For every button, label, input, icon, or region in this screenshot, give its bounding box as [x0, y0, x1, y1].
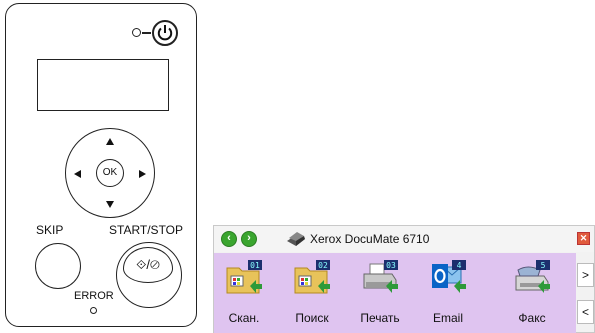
button-label: Факс — [518, 311, 546, 325]
error-led-indicator — [90, 307, 97, 314]
skip-label: SKIP — [36, 223, 64, 237]
print-button[interactable]: 03 Печать — [352, 256, 408, 330]
button-number: 01 — [250, 261, 260, 270]
skip-button[interactable] — [35, 243, 81, 289]
arrow-right-button[interactable] — [139, 170, 146, 178]
folder-search-icon: 02 — [294, 260, 330, 294]
scanner-control-panel: OK SKIP START/STOP ⟐/⊘ ERROR — [5, 3, 197, 327]
one-touch-window: ‹ › Xerox DocuMate 6710 ✕ 01 Скан. 02 По… — [213, 225, 595, 333]
window-title: Xerox DocuMate 6710 — [310, 232, 430, 246]
folder-scan-icon: 01 — [226, 260, 262, 294]
lcd-display — [37, 59, 169, 111]
close-button[interactable]: ✕ — [577, 232, 590, 245]
forward-button[interactable]: › — [241, 231, 257, 247]
button-label: Печать — [360, 311, 400, 325]
button-label: Email — [432, 311, 463, 325]
power-icon — [157, 25, 173, 41]
button-number: 03 — [386, 261, 396, 270]
outlook-email-icon: 4 — [432, 260, 466, 293]
error-label: ERROR — [74, 290, 114, 302]
start-stop-symbol: ⟐/⊘ — [123, 247, 173, 283]
printer-icon: 03 — [363, 260, 398, 293]
button-label: Поиск — [295, 311, 329, 325]
arrow-left-icon: ‹ — [227, 232, 231, 244]
button-number: 02 — [318, 261, 328, 270]
scan-button[interactable]: 01 Скан. — [216, 256, 272, 330]
scroll-left-button[interactable]: < — [577, 300, 594, 324]
back-button[interactable]: ‹ — [221, 231, 237, 247]
direction-pad: OK — [65, 128, 155, 218]
power-button[interactable] — [152, 20, 178, 46]
arrow-right-icon: › — [247, 232, 251, 244]
button-number: 4 — [457, 261, 462, 270]
title-bar: ‹ › Xerox DocuMate 6710 ✕ — [214, 226, 594, 252]
arrow-left-button[interactable] — [74, 170, 81, 178]
one-touch-button-bar: 01 Скан. 02 Поиск 03 Печать 4 Email 5 Фа… — [214, 253, 576, 333]
scanner-device-icon — [287, 232, 305, 246]
button-number: 5 — [541, 261, 546, 270]
arrow-up-button[interactable] — [106, 138, 114, 145]
ok-button[interactable]: OK — [96, 159, 124, 187]
search-button[interactable]: 02 Поиск — [284, 256, 340, 330]
start-stop-label: START/STOP — [109, 223, 184, 237]
power-led-indicator — [132, 28, 141, 37]
scroll-right-button[interactable]: > — [577, 263, 594, 287]
fax-button[interactable]: 5 Факс — [504, 256, 560, 330]
arrow-down-button[interactable] — [106, 201, 114, 208]
button-label: Скан. — [228, 311, 260, 325]
start-stop-button[interactable]: ⟐/⊘ — [116, 242, 182, 308]
email-button[interactable]: 4 Email — [420, 256, 476, 330]
fax-icon: 5 — [515, 260, 550, 293]
power-led-dash — [142, 32, 151, 34]
